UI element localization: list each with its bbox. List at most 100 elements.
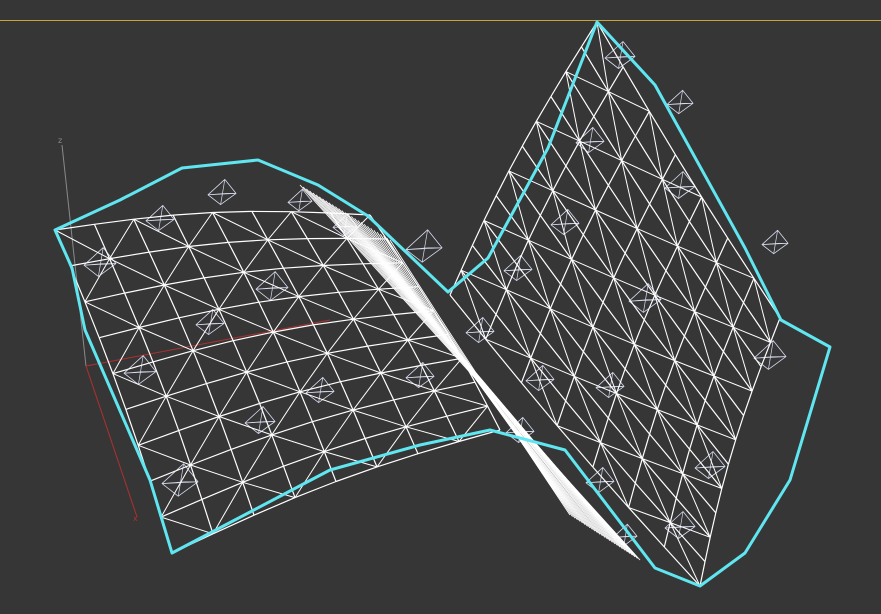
right-wing-edge bbox=[539, 308, 551, 334]
right-wing-edge bbox=[628, 482, 636, 508]
left-wing-edge bbox=[178, 415, 220, 432]
left-wing-edge bbox=[164, 277, 205, 286]
left-wing-edge bbox=[230, 434, 273, 450]
left-wing-edge bbox=[282, 267, 300, 297]
right-wing-edge bbox=[550, 71, 567, 97]
right-wing-diag bbox=[573, 376, 601, 443]
left-wing-edge bbox=[258, 301, 274, 333]
right-wing-edge bbox=[483, 195, 497, 221]
right-wing-edge bbox=[694, 286, 706, 312]
helper-gizmo bbox=[664, 171, 696, 199]
3d-viewport[interactable]: z x bbox=[0, 0, 881, 614]
left-wing-edge bbox=[109, 251, 150, 260]
right-wing-edge bbox=[505, 264, 518, 290]
right-wing-edge bbox=[715, 488, 723, 514]
wireframe-scene[interactable]: z x bbox=[0, 0, 881, 614]
left-wing-diag bbox=[323, 265, 379, 290]
left-wing-diag bbox=[243, 239, 269, 273]
right-wing-edge bbox=[549, 283, 562, 310]
helper-gizmo bbox=[207, 178, 237, 206]
left-wing-diag bbox=[353, 288, 379, 320]
left-wing-edge bbox=[218, 402, 260, 418]
right-wing-diag bbox=[633, 344, 658, 410]
left-wing-edge bbox=[165, 395, 180, 431]
left-wing-diag bbox=[166, 395, 220, 417]
left-wing-edge bbox=[338, 288, 379, 293]
left-wing-edge bbox=[138, 317, 180, 329]
right-wing-edge bbox=[592, 442, 602, 468]
left-wing-diag bbox=[163, 246, 190, 286]
helper-gizmo-edge bbox=[678, 171, 684, 199]
right-wing-edge bbox=[530, 333, 541, 359]
right-wing-edge bbox=[565, 400, 601, 443]
right-wing-edge bbox=[633, 319, 645, 345]
left-wing-diag bbox=[380, 339, 409, 374]
right-wing-edge bbox=[520, 357, 532, 384]
left-wing-edge bbox=[378, 288, 395, 315]
right-wing-edge bbox=[527, 215, 541, 241]
helper-gizmo bbox=[761, 229, 789, 255]
right-wing-diag bbox=[592, 326, 617, 394]
right-wing-edge bbox=[530, 357, 567, 402]
right-wing-edge bbox=[654, 270, 667, 296]
left-wing-edge bbox=[364, 438, 378, 468]
left-wing-edge bbox=[173, 211, 213, 216]
left-wing-diag bbox=[218, 272, 245, 310]
right-wing-edge bbox=[571, 234, 584, 260]
left-wing-diag bbox=[212, 482, 244, 535]
left-wing-edge bbox=[271, 421, 313, 436]
right-wing-edge bbox=[607, 66, 624, 92]
left-wing-diag bbox=[267, 239, 324, 266]
left-wing-edge bbox=[352, 318, 369, 347]
right-wing-edge bbox=[735, 415, 745, 440]
left-wing-diag bbox=[133, 218, 189, 247]
selected-object-outline[interactable] bbox=[53, 20, 832, 588]
left-wing-edge bbox=[339, 381, 354, 411]
right-wing-edge bbox=[607, 160, 623, 186]
helper-gizmo-edge bbox=[138, 355, 144, 385]
left-wing-diag bbox=[109, 218, 135, 259]
right-wing-diag bbox=[677, 245, 696, 312]
mesh-wireframe[interactable] bbox=[54, 21, 781, 587]
left-wing-edge bbox=[421, 357, 463, 366]
right-wing-edge bbox=[674, 335, 685, 361]
left-wing-diag bbox=[109, 258, 165, 286]
right-wing-diag bbox=[571, 259, 594, 328]
right-wing-edge bbox=[683, 311, 696, 337]
helper-gizmo-edge bbox=[643, 283, 649, 313]
right-wing-edge bbox=[552, 165, 567, 191]
z-axis-label: z bbox=[58, 136, 62, 145]
left-wing-edge bbox=[446, 405, 488, 417]
left-wing-edge bbox=[188, 246, 205, 279]
left-wing-edge bbox=[335, 466, 378, 483]
left-wing-edge bbox=[149, 245, 189, 253]
right-wing-edge bbox=[727, 439, 737, 465]
right-wing-edge bbox=[485, 314, 497, 340]
right-wing-edge bbox=[636, 203, 651, 229]
left-wing-edge bbox=[298, 296, 314, 326]
left-wing-diag bbox=[54, 229, 110, 260]
left-wing-edge bbox=[172, 214, 190, 247]
right-wing-edge bbox=[521, 121, 537, 147]
right-wing-edge bbox=[556, 400, 567, 426]
left-wing-edge bbox=[218, 301, 260, 310]
right-wing-edge bbox=[549, 308, 584, 353]
right-wing-edge bbox=[634, 458, 643, 484]
selection-outline[interactable] bbox=[53, 20, 832, 588]
left-wing-edge bbox=[137, 430, 179, 446]
right-wing-edge bbox=[565, 376, 575, 402]
right-wing-edge bbox=[485, 338, 522, 384]
right-wing-edge bbox=[709, 512, 717, 538]
right-wing-edge bbox=[573, 375, 609, 419]
right-wing-diag bbox=[641, 458, 671, 523]
left-wing-edge bbox=[94, 218, 134, 225]
right-wing-edge bbox=[495, 289, 507, 315]
left-wing-edge bbox=[243, 267, 284, 273]
left-wing-edge bbox=[201, 481, 243, 500]
left-wing-edge bbox=[242, 465, 284, 483]
left-wing-edge bbox=[323, 451, 337, 482]
right-wing-edge bbox=[600, 442, 636, 484]
left-wing-edge bbox=[203, 277, 220, 310]
right-wing-edge bbox=[704, 262, 717, 288]
right-wing-edge bbox=[656, 384, 667, 410]
